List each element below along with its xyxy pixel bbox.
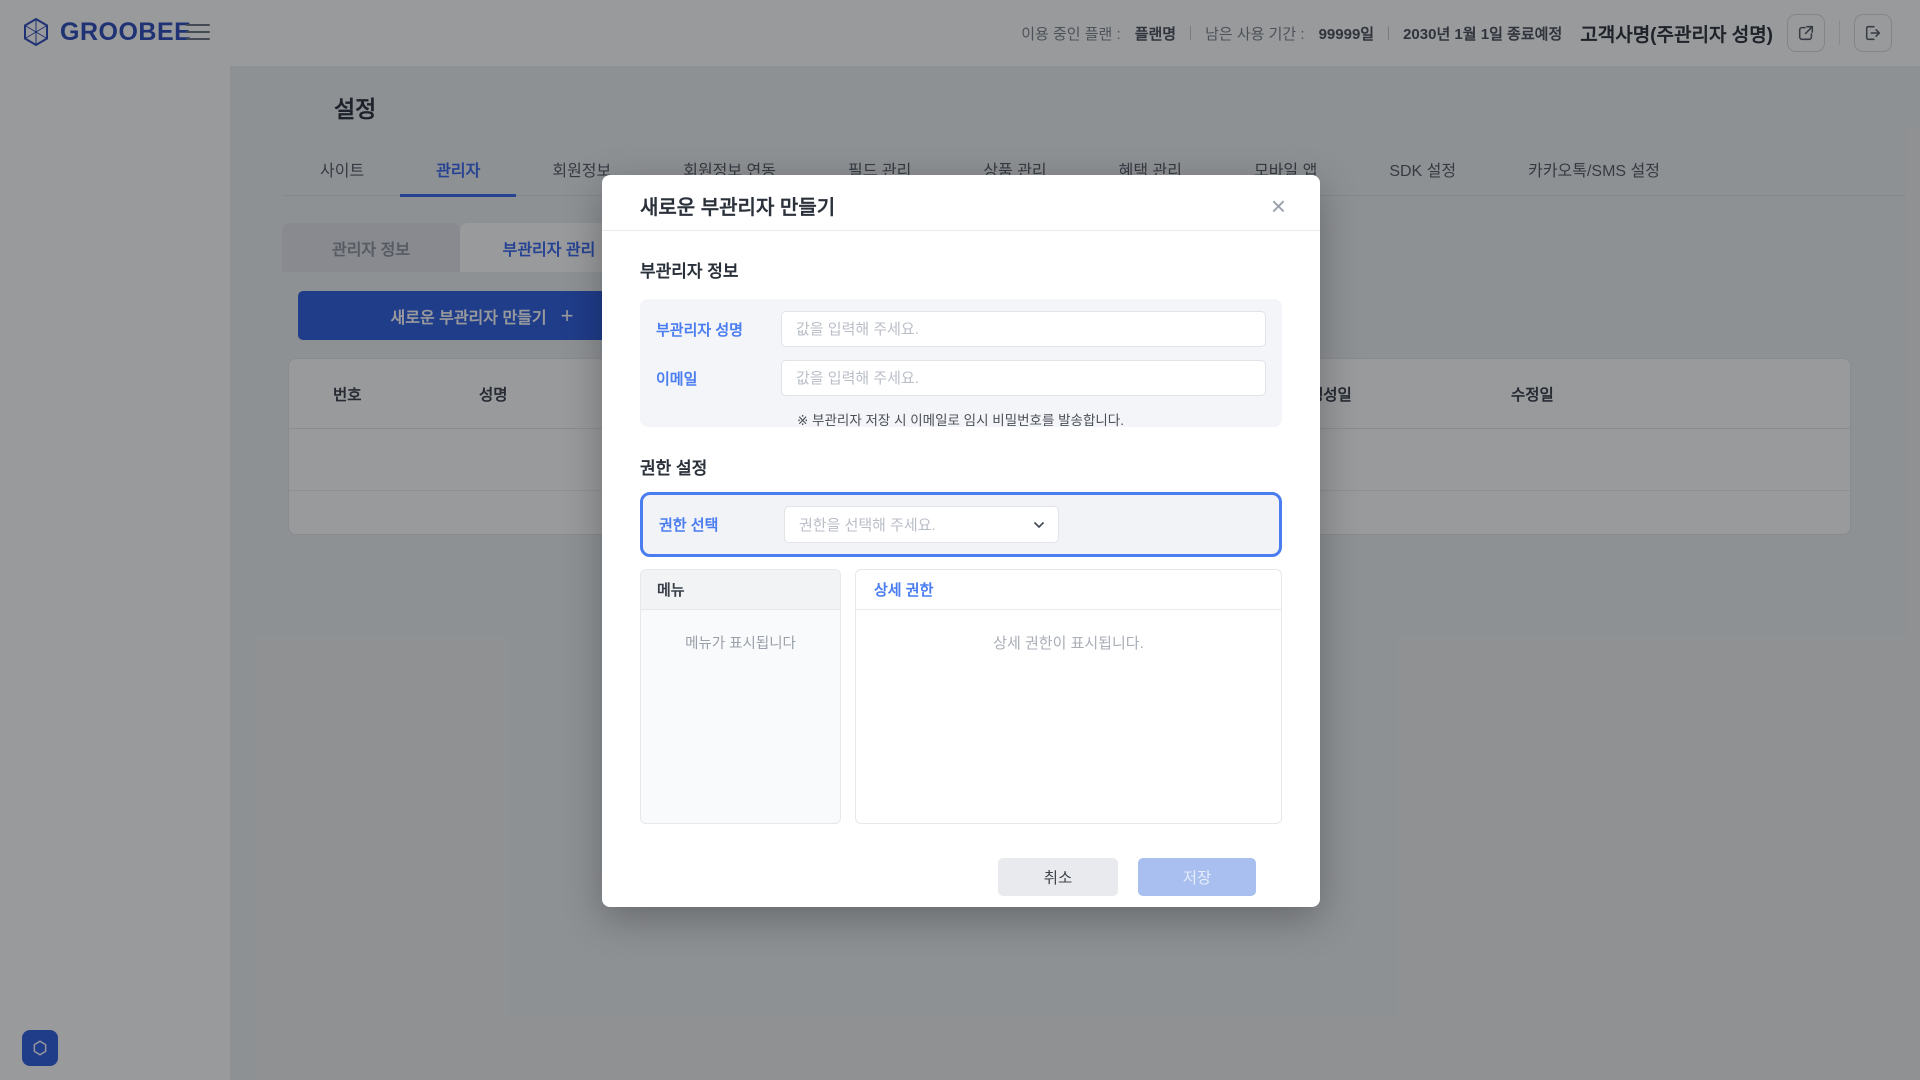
chevron-down-icon — [1032, 518, 1046, 532]
menu-panel-header: 메뉴 — [641, 570, 840, 610]
permission-heading: 권한 설정 — [640, 454, 1282, 479]
modal-title: 새로운 부관리자 만들기 — [640, 191, 835, 220]
form-row-email: 이메일 — [656, 360, 1266, 396]
email-label: 이메일 — [656, 368, 781, 389]
app-root: 이용 중인 플랜 : 플랜명 남은 사용 기간 : 99999일 2030년 1… — [0, 0, 1920, 1080]
save-button[interactable]: 저장 — [1138, 858, 1256, 896]
create-subadmin-modal: 새로운 부관리자 만들기 × 부관리자 정보 부관리자 성명 이메일 ※ 부관리… — [602, 175, 1320, 907]
detail-permission-empty-text: 상세 권한이 표시됩니다. — [856, 632, 1281, 653]
name-label: 부관리자 성명 — [656, 319, 781, 340]
cancel-button[interactable]: 취소 — [998, 858, 1118, 896]
temp-password-note: ※ 부관리자 저장 시 이메일로 임시 비밀번호를 발송합니다. — [797, 409, 1266, 429]
modal-header: 새로운 부관리자 만들기 × — [602, 175, 1320, 231]
detail-permission-header: 상세 권한 — [856, 570, 1281, 610]
subadmin-info-form: 부관리자 성명 이메일 ※ 부관리자 저장 시 이메일로 임시 비밀번호를 발송… — [640, 299, 1282, 427]
menu-panel: 메뉴 메뉴가 표시됩니다 — [640, 569, 841, 824]
subadmin-info-heading: 부관리자 정보 — [640, 257, 1282, 282]
permission-select-row: 권한 선택 권한을 선택해 주세요. — [640, 492, 1282, 557]
close-icon[interactable]: × — [1265, 191, 1292, 221]
email-input[interactable] — [781, 360, 1266, 396]
name-input[interactable] — [781, 311, 1266, 347]
detail-permission-panel: 상세 권한 상세 권한이 표시됩니다. — [855, 569, 1282, 824]
modal-body: 부관리자 정보 부관리자 성명 이메일 ※ 부관리자 저장 시 이메일로 임시 … — [602, 257, 1320, 896]
form-row-name: 부관리자 성명 — [656, 311, 1266, 347]
permission-select[interactable]: 권한을 선택해 주세요. — [784, 506, 1059, 543]
permission-select-label: 권한 선택 — [659, 514, 784, 535]
menu-panel-empty-text: 메뉴가 표시됩니다 — [641, 632, 840, 653]
modal-footer: 취소 저장 — [640, 858, 1282, 896]
permission-panels: 메뉴 메뉴가 표시됩니다 상세 권한 상세 권한이 표시됩니다. — [640, 569, 1282, 824]
permission-select-placeholder: 권한을 선택해 주세요. — [799, 514, 936, 535]
